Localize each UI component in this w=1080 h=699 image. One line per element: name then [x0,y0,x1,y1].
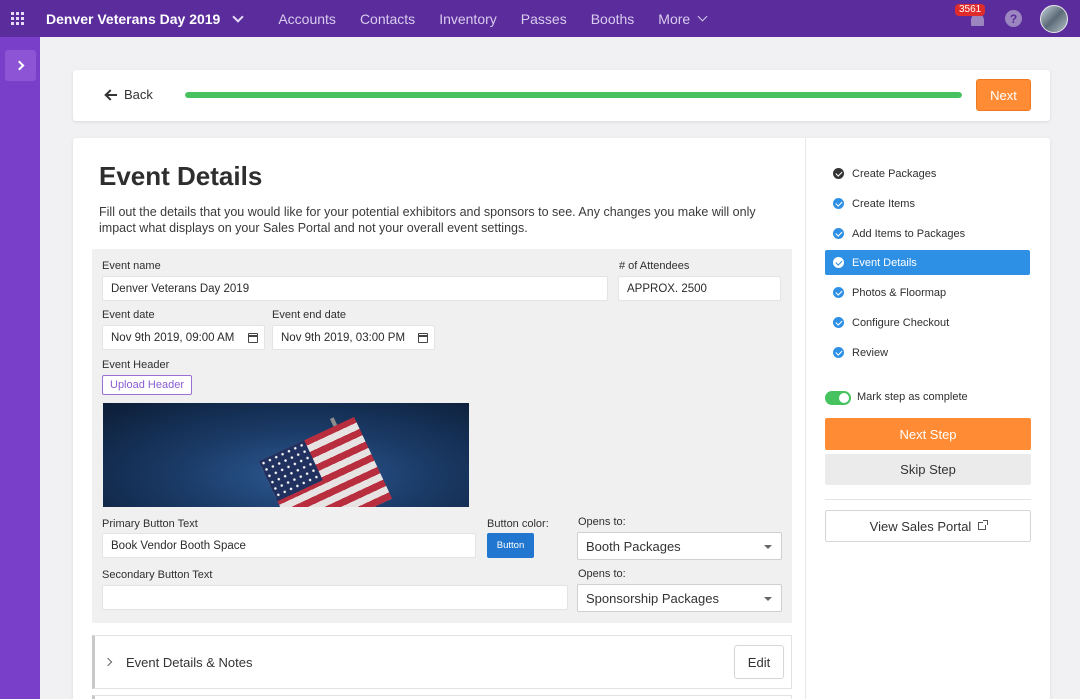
app-grid-icon[interactable] [11,11,25,26]
secondary-opens-to-label: Opens to: [578,568,626,580]
step-review[interactable]: Review [825,340,1030,365]
nav-accounts[interactable]: Accounts [278,11,336,27]
step-label: Add Items to Packages [852,227,966,240]
button-color-picker[interactable]: Button [487,533,534,558]
event-name-label: Event name [102,260,161,272]
check-circle-icon [833,168,844,179]
step-create-packages[interactable]: Create Packages [825,161,1030,186]
nav-inventory[interactable]: Inventory [439,11,497,27]
left-rail [0,37,40,699]
main-nav: Accounts Contacts Inventory Passes Booth… [278,11,730,27]
top-right-actions: 3561 ? [955,0,1080,37]
chevron-right-icon [14,60,24,71]
check-circle-icon [833,317,844,328]
check-circle-icon [833,347,844,358]
check-circle-icon [833,287,844,298]
avatar[interactable] [1040,4,1068,33]
section-title: Event Details & Notes [126,655,253,670]
edit-button[interactable]: Edit [734,645,784,679]
nav-booths[interactable]: Booths [591,11,635,27]
arrow-left-icon [105,89,117,101]
help-icon[interactable]: ? [1005,10,1022,27]
flag-image [258,417,393,507]
view-sales-portal-button[interactable]: View Sales Portal [825,510,1031,542]
wizard-progress-card: Back Next [73,70,1050,121]
mark-complete-toggle[interactable] [825,391,851,405]
notification-count-badge: 3561 [955,3,986,16]
calendar-icon[interactable] [418,333,428,343]
back-label: Back [124,87,153,102]
caret-down-icon [764,545,772,549]
step-label: Review [852,346,889,359]
expand-sidebar-button[interactable] [5,50,36,81]
step-label: Photos & Floormap [852,286,947,299]
event-date-input[interactable]: Nov 9th 2019, 09:00 AM [102,325,265,350]
view-sales-portal-label: View Sales Portal [869,518,972,534]
attendees-label: # of Attendees [619,260,690,272]
step-label: Event Details [852,256,917,269]
event-header-label: Event Header [102,359,170,371]
event-switcher-title[interactable]: Denver Veterans Day 2019 [46,11,220,27]
step-label: Create Packages [852,167,937,180]
check-circle-icon [833,257,844,268]
step-photos-floormap[interactable]: Photos & Floormap [825,280,1030,305]
flag-canton [258,440,323,502]
chevron-down-icon[interactable] [232,10,245,23]
nav-more[interactable]: More [658,10,708,27]
opens-to-label: Opens to: [578,516,626,528]
event-end-date-value: Nov 9th 2019, 03:00 PM [281,331,406,344]
progress-bar-fill [185,92,962,98]
event-date-value: Nov 9th 2019, 09:00 AM [111,331,235,344]
back-button[interactable]: Back [105,87,153,102]
button-color-label: Button color: [487,518,549,530]
top-nav-bar: Denver Veterans Day 2019 Accounts Contac… [0,0,1080,37]
check-circle-icon [833,198,844,209]
secondary-button-text-input[interactable] [102,585,568,610]
next-section-row[interactable] [92,695,792,699]
vertical-divider [805,138,806,699]
step-label: Create Items [852,197,915,210]
primary-button-text-input[interactable]: Book Vendor Booth Space [102,533,476,558]
external-link-icon [978,520,989,530]
primary-button-text-label: Primary Button Text [102,518,198,530]
secondary-button-text-label: Secondary Button Text [102,569,213,581]
step-configure-checkout[interactable]: Configure Checkout [825,310,1030,335]
nav-passes[interactable]: Passes [521,11,567,27]
skip-step-button[interactable]: Skip Step [825,454,1031,485]
next-step-button[interactable]: Next Step [825,418,1031,450]
page-title: Event Details [99,161,263,191]
check-circle-icon [833,228,844,239]
notifications-button[interactable]: 3561 [955,3,987,28]
secondary-opens-to-select[interactable]: Sponsorship Packages [577,584,782,612]
secondary-opens-to-value: Sponsorship Packages [586,590,719,606]
nav-more-label: More [658,10,691,27]
event-header-image [103,403,469,507]
attendees-input[interactable]: APPROX. 2500 [618,276,781,301]
chevron-down-icon [697,11,708,22]
caret-down-icon [764,597,772,601]
event-date-label: Event date [102,309,155,321]
next-button[interactable]: Next [976,79,1031,111]
sidebar-divider [825,499,1031,500]
calendar-icon[interactable] [248,333,258,343]
nav-contacts[interactable]: Contacts [360,11,415,27]
progress-bar [185,92,962,98]
event-details-notes-section[interactable]: Event Details & Notes Edit [92,635,792,689]
event-end-date-label: Event end date [272,309,347,321]
mark-complete-label: Mark step as complete [857,391,968,403]
chevron-right-icon [103,657,113,667]
event-name-input[interactable]: Denver Veterans Day 2019 [102,276,608,301]
event-end-date-input[interactable]: Nov 9th 2019, 03:00 PM [272,325,435,350]
primary-opens-to-select[interactable]: Booth Packages [577,532,782,560]
step-event-details[interactable]: Event Details [825,250,1030,275]
step-add-items-to-packages[interactable]: Add Items to Packages [825,221,1030,246]
upload-header-button[interactable]: Upload Header [102,375,192,395]
step-label: Configure Checkout [852,316,950,329]
page-description: Fill out the details that you would like… [99,205,756,235]
step-create-items[interactable]: Create Items [825,191,1030,216]
primary-opens-to-value: Booth Packages [586,538,681,554]
